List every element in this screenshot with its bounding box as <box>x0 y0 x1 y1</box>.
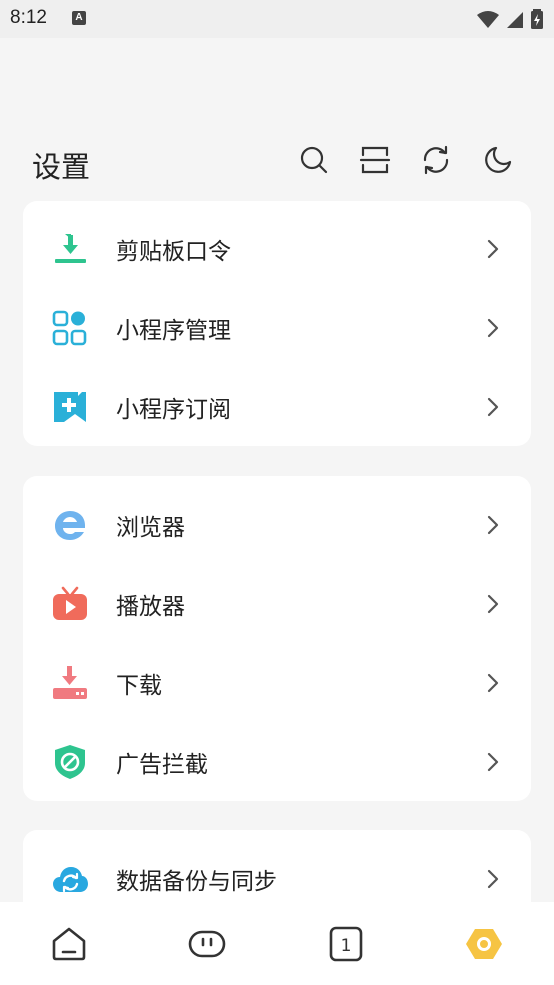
subscribe-icon <box>51 388 89 426</box>
ad-block-shield-icon <box>51 743 89 781</box>
battery-icon <box>531 9 543 29</box>
browser-icon <box>51 506 89 544</box>
notification-icon: A <box>72 11 86 25</box>
chevron-right-icon <box>487 239 499 258</box>
tab-count: 1 <box>341 936 352 956</box>
item-label: 下载 <box>116 672 162 699</box>
page-header: 设置 <box>0 138 554 186</box>
clipboard-command-item[interactable]: 剪贴板口令 <box>23 209 531 288</box>
chevron-right-icon <box>487 594 499 613</box>
item-label: 剪贴板口令 <box>116 238 231 265</box>
status-indicators <box>476 8 544 30</box>
page-title: 设置 <box>32 150 91 184</box>
chevron-right-icon <box>487 869 499 888</box>
chevron-right-icon <box>487 673 499 692</box>
item-label: 广告拦截 <box>116 751 208 778</box>
player-item[interactable]: 播放器 <box>23 564 531 643</box>
item-label: 小程序订阅 <box>116 396 231 423</box>
scan-icon[interactable] <box>359 144 391 176</box>
item-label: 浏览器 <box>116 514 185 541</box>
sync-icon[interactable] <box>420 144 452 176</box>
settings-group-2: 浏览器 播放器 下载 广告拦截 <box>23 476 531 801</box>
chevron-right-icon <box>487 318 499 337</box>
tabs-icon[interactable]: 1 <box>326 924 366 964</box>
status-time: 8:12 <box>10 7 47 28</box>
download-item[interactable]: 下载 <box>23 643 531 722</box>
ad-block-item[interactable]: 广告拦截 <box>23 722 531 801</box>
item-label: 播放器 <box>116 593 185 620</box>
chevron-right-icon <box>487 515 499 534</box>
assistant-icon[interactable] <box>187 924 227 964</box>
browser-item[interactable]: 浏览器 <box>23 485 531 564</box>
home-icon[interactable] <box>49 924 89 964</box>
item-label: 数据备份与同步 <box>116 868 277 895</box>
apps-grid-icon <box>51 309 89 347</box>
chevron-right-icon <box>487 752 499 771</box>
cloud-sync-icon <box>51 860 89 898</box>
status-bar: 8:12 A <box>0 0 554 38</box>
clipboard-download-icon <box>51 230 89 268</box>
search-icon[interactable] <box>298 144 330 176</box>
mini-program-manage-item[interactable]: 小程序管理 <box>23 288 531 367</box>
download-icon <box>51 664 89 702</box>
tv-player-icon <box>51 585 89 623</box>
chevron-right-icon <box>487 397 499 416</box>
item-label: 小程序管理 <box>116 317 231 344</box>
settings-group-1: 剪贴板口令 小程序管理 小程序订阅 <box>23 201 531 446</box>
night-mode-icon[interactable] <box>482 144 514 176</box>
mini-program-subscribe-item[interactable]: 小程序订阅 <box>23 367 531 446</box>
bottom-nav: 1 <box>0 902 554 985</box>
settings-icon[interactable] <box>464 924 504 964</box>
wifi-icon <box>476 11 499 28</box>
signal-icon <box>506 12 523 28</box>
